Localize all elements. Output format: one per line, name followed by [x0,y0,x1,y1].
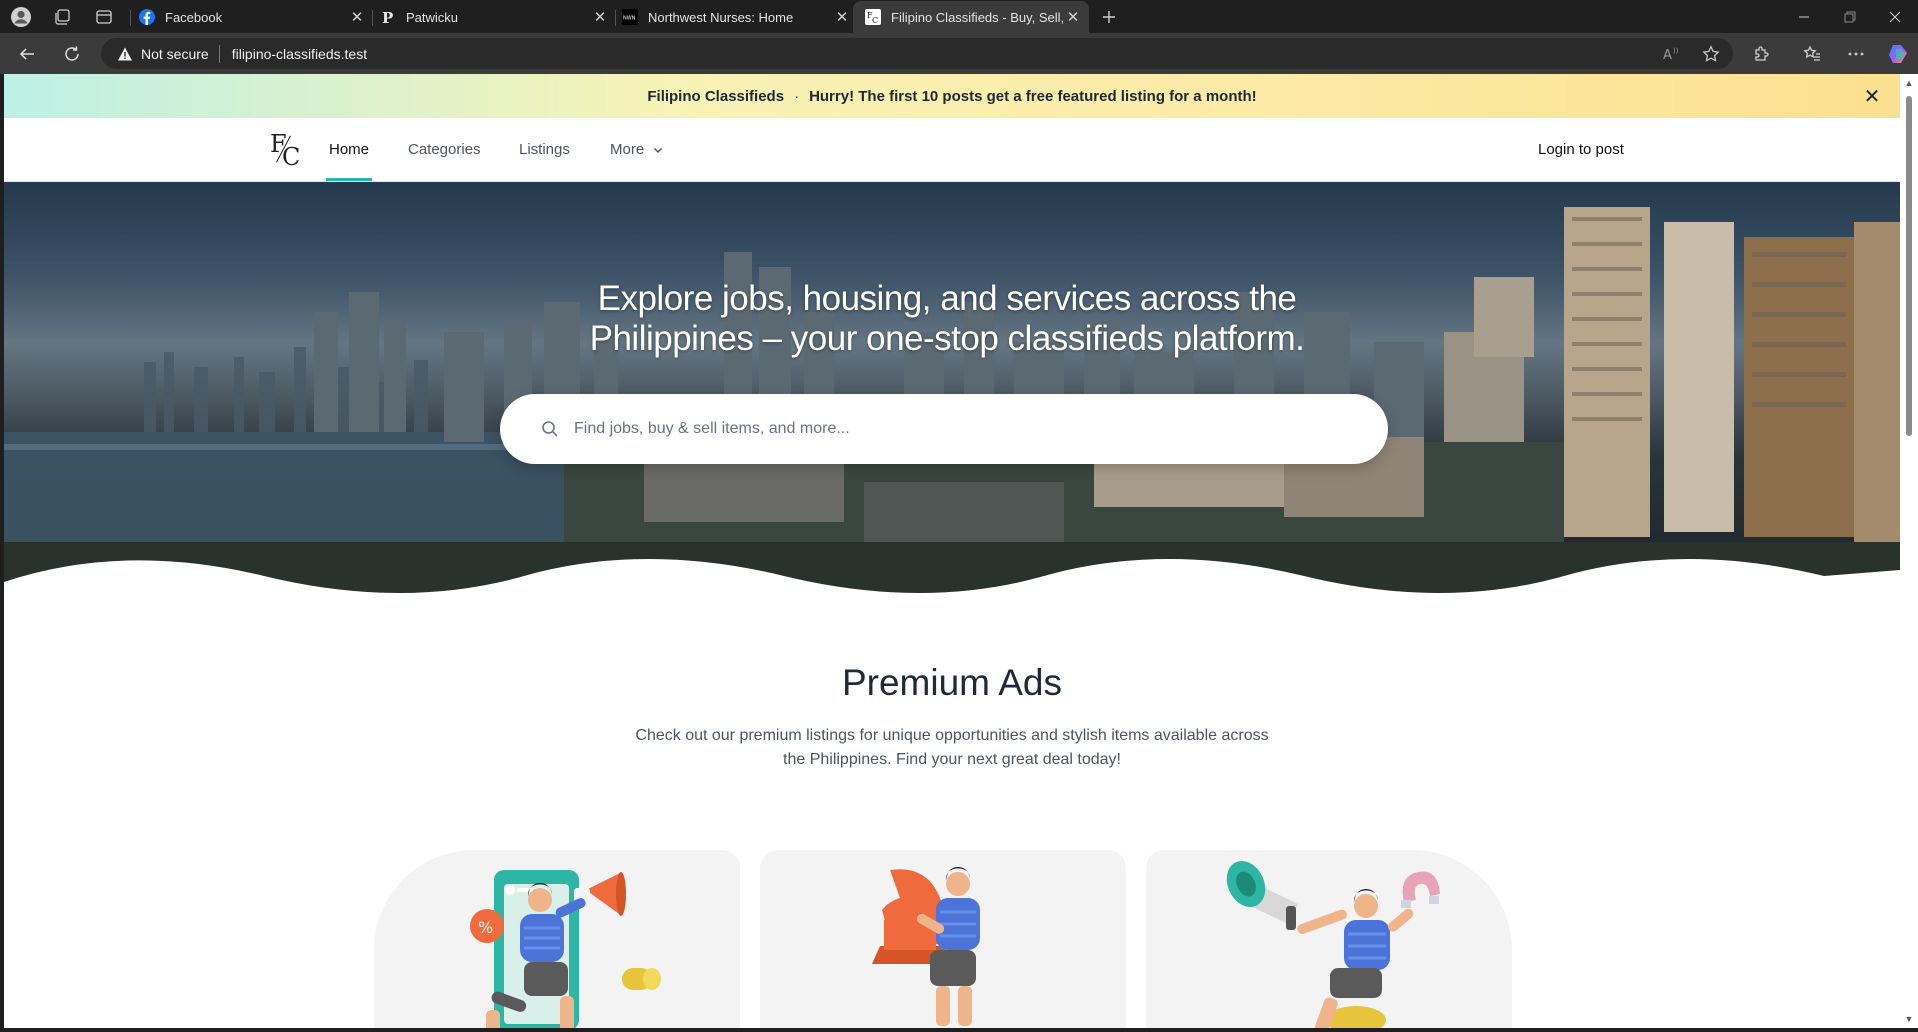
premium-ads-title: Premium Ads [841,662,1062,703]
url-text[interactable]: filipino-classifieds.test [232,46,367,62]
login-to-post-button[interactable]: Login to post [1538,118,1624,181]
nwn-icon: NWN [622,9,638,25]
premium-ads-description-line-2: the Philippines. Find your next great de… [783,751,1121,768]
hero-title-line-2: Philippines – your one-stop classifieds … [589,319,1305,358]
search-input[interactable] [574,420,1334,438]
close-tab-icon[interactable]: ✕ [347,7,367,27]
favorite-star-icon[interactable] [1697,40,1725,68]
announcement-brand: Filipino Classifieds [647,87,785,105]
tab-filipino-classifieds[interactable]: FC Filipino Classifieds - Buy, Sell, Ren… [853,1,1089,33]
nav-more-label: More [610,141,645,158]
premium-ad-card-2[interactable] [760,850,1126,1028]
site-navbar: FC Home Categories Listings More Login t… [4,118,1900,182]
browser-toolbar: Not secure filipino-classifieds.test A)) [0,33,1918,74]
svg-text:)): )) [1673,47,1679,55]
security-label[interactable]: Not secure [141,46,209,62]
hero-section: Explore jobs, housing, and services acro… [4,182,1900,602]
more-menu-icon[interactable] [1842,40,1870,68]
p-letter-icon: P [380,9,396,25]
close-window-button[interactable] [1872,0,1918,33]
premium-ads-description-line-1: Check out our premium listings for uniqu… [635,727,1269,744]
back-button[interactable] [13,40,41,68]
tab-northwest-nurses[interactable]: NWN Northwest Nurses: Home ✕ [620,1,852,33]
wave-divider [4,559,1900,604]
restore-button[interactable] [1827,0,1873,33]
search-icon [542,421,558,437]
svg-text:%: % [478,918,493,937]
new-tab-button[interactable] [1098,6,1120,28]
chess-knight-illustration [872,866,980,1026]
nav-link-home[interactable]: Home [329,118,369,181]
tab-title: Northwest Nurses: Home [648,9,794,25]
premium-ad-card-3[interactable] [1146,850,1512,1028]
workspaces-icon[interactable] [51,6,73,28]
close-tab-icon[interactable]: ✕ [1063,7,1083,27]
favorites-collection-icon[interactable] [1798,40,1826,68]
tab-title: Patwicku [406,9,459,25]
scroll-down-icon[interactable]: ▼ [1904,1014,1914,1024]
announcement-bar: Filipino Classifieds · Hurry! The first … [4,74,1900,118]
premium-ads-description: Check out our premium listings for uniqu… [604,724,1300,772]
promo-phone-megaphone-illustration: % [470,870,661,1028]
vertical-tabs-icon[interactable] [93,6,115,28]
nav-link-categories[interactable]: Categories [408,118,481,181]
scroll-thumb[interactable] [1906,96,1912,436]
site-logo[interactable]: FC [268,130,304,171]
extensions-icon[interactable] [1747,40,1775,68]
tab-title: Filipino Classifieds - Buy, Sell, Rent [891,9,1063,25]
tab-title: Facebook [165,9,223,25]
svg-text:C: C [872,16,878,25]
nav-link-listings[interactable]: Listings [519,118,570,181]
announcement-message: Hurry! The first 10 posts get a free fea… [809,87,1257,105]
hero-title: Explore jobs, housing, and services acro… [502,279,1392,359]
scroll-up-icon[interactable]: ▲ [1904,78,1914,88]
close-tab-icon[interactable]: ✕ [832,7,852,27]
svg-text:A: A [1663,48,1672,63]
page-viewport: Filipino Classifieds · Hurry! The first … [4,74,1900,1028]
warning-icon[interactable] [117,46,133,62]
minimize-button[interactable] [1781,0,1827,33]
page-scrollbar[interactable]: ▲ ▼ [1900,74,1918,1028]
profile-avatar-icon[interactable] [10,6,32,28]
browser-tab-strip: Facebook ✕ P Patwicku ✕ NWN Northwest Nu… [0,0,1918,33]
premium-ad-card-1[interactable]: % [374,850,740,1028]
read-aloud-icon[interactable]: A)) [1657,40,1685,68]
facebook-icon [139,9,155,25]
fc-logo-icon: FC [865,9,881,25]
svg-text:P: P [382,9,393,25]
copilot-icon[interactable] [1884,40,1912,68]
hero-search-box[interactable] [500,394,1388,464]
active-nav-indicator [326,178,372,181]
address-bar[interactable]: Not secure filipino-classifieds.test [101,38,1733,69]
nav-link-more[interactable]: More [610,118,664,181]
tab-facebook[interactable]: Facebook ✕ [137,1,367,33]
svg-text:NWN: NWN [623,16,636,22]
chevron-down-icon [652,144,664,156]
close-icon[interactable]: ✕ [1862,86,1882,108]
close-tab-icon[interactable]: ✕ [590,7,610,27]
tab-patwicku[interactable]: P Patwicku ✕ [378,1,610,33]
announcement-separator: · [794,87,800,105]
hero-title-line-1: Explore jobs, housing, and services acro… [597,279,1297,318]
city-skyline-background [4,207,1900,602]
megaphone-magnet-illustration [1226,860,1440,1028]
refresh-button[interactable] [58,40,86,68]
